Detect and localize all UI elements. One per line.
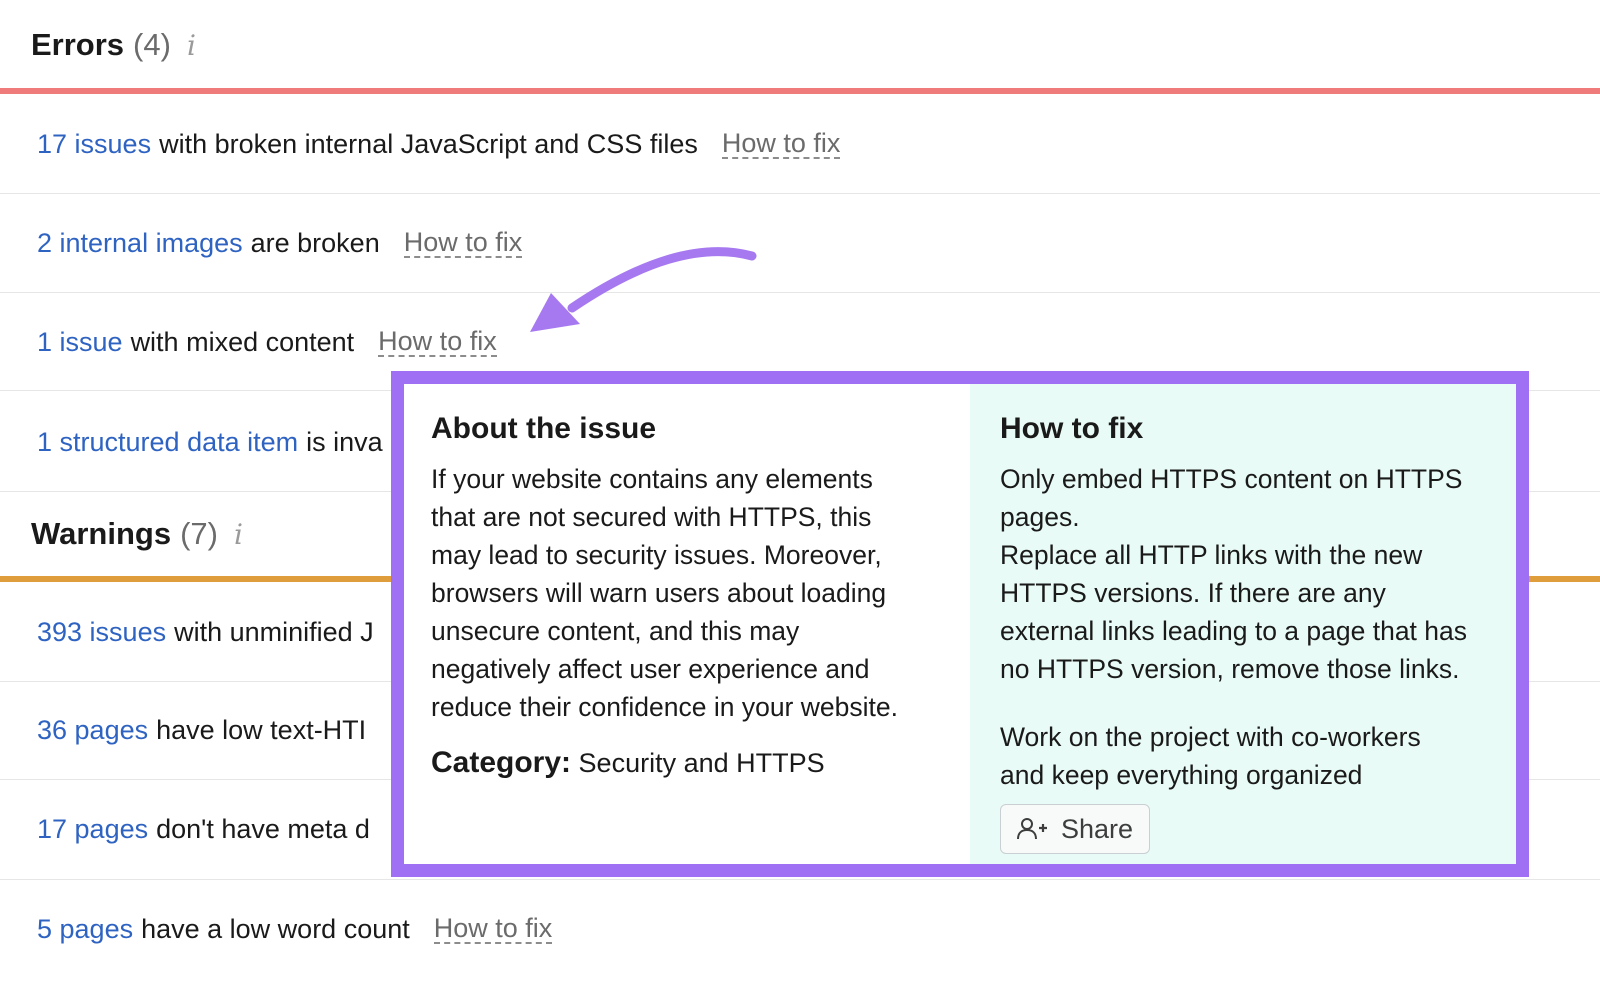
issue-description: with broken internal JavaScript and CSS … — [159, 128, 698, 159]
warnings-header: Warnings (7) i — [31, 514, 243, 554]
list-item: 36 pages have low text-HTI — [37, 710, 366, 750]
how-to-fix-panel: How to fix Only embed HTTPS content on H… — [970, 384, 1516, 864]
how-to-fix-link[interactable]: How to fix — [721, 129, 841, 159]
errors-accent-rule — [0, 88, 1600, 94]
category-line: Category: Security and HTTPS — [431, 746, 943, 780]
fix-text: Only embed HTTPS content on HTTPS pages.… — [1000, 464, 1468, 684]
list-item: 5 pages have a low word count How to fix — [37, 909, 553, 949]
share-label: Share — [1060, 813, 1134, 844]
row-divider — [0, 193, 1600, 194]
about-title: About the issue — [431, 412, 657, 445]
list-item: 1 issue with mixed content How to fix — [37, 322, 497, 362]
info-icon[interactable]: i — [187, 29, 196, 62]
errors-title: Errors — [31, 27, 125, 62]
about-text: If your website contains any elements th… — [431, 464, 898, 722]
warnings-title: Warnings — [31, 516, 172, 551]
about-panel: About the issue If your website contains… — [404, 384, 970, 864]
how-to-fix-link[interactable]: How to fix — [433, 914, 553, 944]
info-icon[interactable]: i — [234, 518, 243, 551]
row-divider — [0, 879, 1600, 880]
issue-description: with unminified J — [174, 616, 374, 647]
how-to-fix-link[interactable]: How to fix — [403, 228, 523, 258]
issue-count-link[interactable]: 5 pages — [37, 914, 133, 945]
row-divider — [0, 292, 1600, 293]
issue-count-link[interactable]: 17 pages — [37, 814, 148, 845]
list-item: 393 issues with unminified J — [37, 612, 374, 652]
add-user-icon — [1016, 818, 1047, 840]
issue-count-link[interactable]: 17 issues — [37, 129, 151, 160]
issue-popup: About the issue If your website contains… — [391, 371, 1529, 877]
list-item: 1 structured data item is inva — [37, 422, 383, 462]
list-item: 17 issues with broken internal JavaScrip… — [37, 124, 841, 164]
issue-description: have low text-HTI — [156, 714, 367, 745]
list-item: 17 pages don't have meta d — [37, 809, 370, 849]
category-label: Category: — [431, 746, 572, 779]
cowork-text: Work on the project with co-workers and … — [1000, 722, 1421, 790]
issue-count-link[interactable]: 2 internal images — [37, 228, 243, 259]
issue-count-link[interactable]: 1 structured data item — [37, 427, 298, 458]
errors-header: Errors (4) i — [31, 25, 196, 65]
issue-description: are broken — [250, 227, 380, 258]
list-item: 2 internal images are broken How to fix — [37, 223, 523, 263]
issue-description: have a low word count — [141, 913, 410, 944]
category-value: Security and HTTPS — [578, 748, 825, 778]
warnings-count: (7) — [180, 516, 218, 551]
errors-count: (4) — [133, 27, 171, 62]
share-button[interactable]: Share — [1000, 804, 1150, 854]
issue-count-link[interactable]: 1 issue — [37, 327, 123, 358]
issue-description: is inva — [306, 426, 383, 457]
issue-description: with mixed content — [130, 326, 355, 357]
issue-count-link[interactable]: 393 issues — [37, 617, 166, 648]
how-to-fix-link[interactable]: How to fix — [378, 327, 497, 357]
fix-title: How to fix — [1000, 412, 1144, 445]
issue-count-link[interactable]: 36 pages — [37, 715, 148, 746]
issue-description: don't have meta d — [156, 813, 370, 844]
